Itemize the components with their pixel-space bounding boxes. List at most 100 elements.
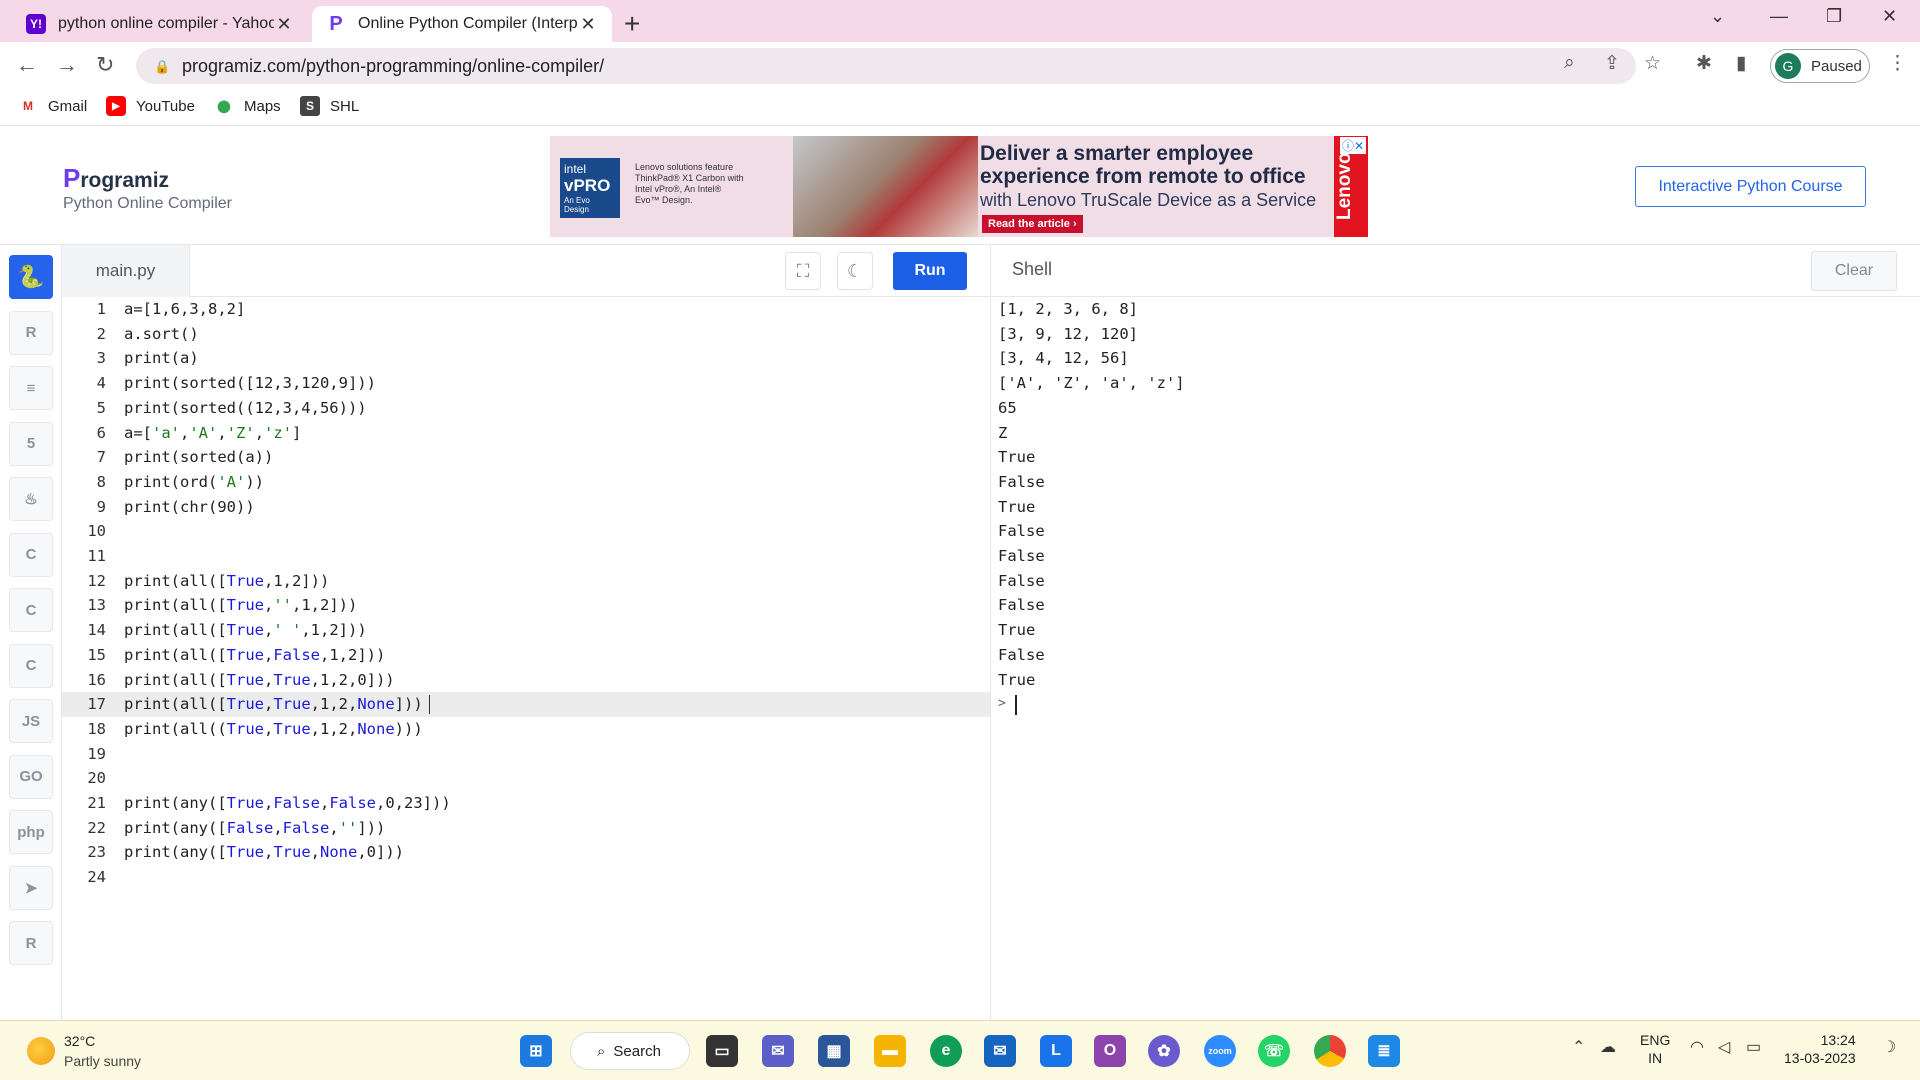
restore-icon[interactable]: ❐: [1826, 6, 1842, 27]
programiz-logo[interactable]: Programiz: [63, 163, 169, 194]
bookmark-youtube[interactable]: ▶ YouTube: [106, 96, 195, 116]
start-icon[interactable]: ⊞: [520, 1035, 552, 1067]
chrome-icon[interactable]: [1314, 1035, 1346, 1067]
bookmark-gmail[interactable]: M Gmail: [18, 96, 87, 116]
sidebar-item-php[interactable]: php: [9, 810, 53, 854]
code-line[interactable]: 9 print(chr(90)): [62, 495, 990, 520]
bookmark-star-icon[interactable]: ☆: [1644, 52, 1661, 75]
address-bar[interactable]: 🔒 programiz.com/python-programming/onlin…: [136, 48, 1636, 84]
code-line[interactable]: 24: [62, 865, 990, 890]
language-indicator[interactable]: ENG IN: [1640, 1031, 1670, 1067]
code-line[interactable]: 23 print(any([True,True,None,0])): [62, 840, 990, 865]
code-line[interactable]: 4 print(sorted([12,3,120,9])): [62, 371, 990, 396]
taskbar-search[interactable]: ⌕ Search: [570, 1032, 690, 1070]
share-icon[interactable]: ⇪: [1604, 52, 1620, 75]
code-line[interactable]: 10: [62, 519, 990, 544]
code-line[interactable]: 20: [62, 766, 990, 791]
close-window-icon[interactable]: ✕: [1882, 6, 1897, 27]
code-line[interactable]: 19: [62, 742, 990, 767]
code-editor[interactable]: 1 a=[1,6,3,8,2] 2 a.sort() 3 print(a) 4 print(s…: [62, 297, 990, 1020]
minimize-icon[interactable]: —: [1770, 6, 1788, 27]
clock[interactable]: 13:24 13-03-2023: [1784, 1031, 1856, 1067]
clear-button[interactable]: Clear: [1811, 251, 1897, 291]
back-icon[interactable]: ←: [16, 52, 38, 78]
forward-icon[interactable]: →: [56, 52, 78, 78]
code-line[interactable]: 13 print(all([True,'',1,2])): [62, 593, 990, 618]
code-line[interactable]: 6 a=['a','A','Z','z']: [62, 421, 990, 446]
mail-icon[interactable]: ✉: [984, 1035, 1016, 1067]
onedrive-icon[interactable]: ☁: [1600, 1037, 1616, 1057]
side-panel-icon[interactable]: ▮: [1736, 52, 1746, 75]
sidebar-item-cpp[interactable]: C: [9, 588, 53, 632]
sidebar-item-csharp[interactable]: C: [9, 643, 53, 688]
task-view-icon[interactable]: ▭: [706, 1035, 738, 1067]
code-line[interactable]: 21 print(any([True,False,False,0,23])): [62, 791, 990, 816]
sidebar-item-r[interactable]: R: [9, 310, 53, 355]
code-line[interactable]: 22 print(any([False,False,''])): [62, 816, 990, 841]
code-line[interactable]: 11: [62, 544, 990, 569]
sidebar-item-database[interactable]: ≡: [9, 366, 53, 410]
weather-icon[interactable]: [27, 1037, 55, 1065]
close-tab-icon[interactable]: ✕: [578, 14, 598, 35]
store-icon[interactable]: ▦: [818, 1035, 850, 1067]
profile-button[interactable]: G Paused: [1770, 49, 1870, 83]
new-tab-icon[interactable]: +: [624, 8, 640, 40]
ad-cta-button[interactable]: Read the article ›: [982, 215, 1083, 233]
tray-overflow-icon[interactable]: ⌃: [1572, 1037, 1585, 1057]
advertisement-banner[interactable]: intel vPRO An Evo Design Lenovo solution…: [550, 136, 1368, 237]
tab-yahoo[interactable]: Y! python online compiler - Yahoo ✕: [12, 6, 308, 42]
run-button[interactable]: Run: [893, 252, 967, 290]
code-line[interactable]: 8 print(ord('A')): [62, 470, 990, 495]
teams-chat-icon[interactable]: ✉: [762, 1035, 794, 1067]
code-line[interactable]: 5 print(sorted((12,3,4,56))): [62, 396, 990, 421]
sidebar-item-rust[interactable]: R: [9, 921, 53, 965]
dark-mode-icon[interactable]: ☾: [837, 252, 873, 290]
bookmark-shl[interactable]: S SHL: [300, 96, 359, 116]
file-explorer-icon[interactable]: ▬: [874, 1035, 906, 1067]
sidebar-item-go[interactable]: GO: [9, 754, 53, 799]
extensions-icon[interactable]: ✱: [1696, 52, 1712, 75]
o-app-icon[interactable]: O: [1094, 1035, 1126, 1067]
code-line[interactable]: 12 print(all([True,1,2])): [62, 569, 990, 594]
notification-icon[interactable]: ☽: [1882, 1037, 1896, 1057]
badge-title: vPRO: [564, 176, 611, 195]
notepad-icon[interactable]: ≣: [1368, 1035, 1400, 1067]
shell-output[interactable]: [1, 2, 3, 6, 8] [3, 9, 12, 120] [3, 4, 12,…: [990, 297, 1920, 1020]
sidebar-item-swift[interactable]: ➤: [9, 865, 53, 910]
wifi-icon[interactable]: ◠: [1690, 1037, 1704, 1057]
code-line[interactable]: 15 print(all([True,False,1,2])): [62, 643, 990, 668]
intel-vpro-badge: intel vPRO An Evo Design: [560, 158, 620, 218]
code-line[interactable]: 14 print(all([True,' ',1,2])): [62, 618, 990, 643]
ad-close-icon[interactable]: ⓘ✕: [1339, 137, 1366, 154]
photos-icon[interactable]: ✿: [1148, 1035, 1180, 1067]
line-number: 22: [87, 818, 106, 837]
edge-icon[interactable]: e: [930, 1035, 962, 1067]
sidebar-item-html[interactable]: 5: [9, 421, 53, 466]
code-line[interactable]: 2 a.sort(): [62, 322, 990, 347]
code-line[interactable]: 7 print(sorted(a)): [62, 445, 990, 470]
interactive-course-button[interactable]: Interactive Python Course: [1635, 166, 1866, 207]
tab-programiz[interactable]: P Online Python Compiler (Interpre ✕: [312, 6, 612, 42]
bookmark-maps[interactable]: ⬤ Maps: [214, 96, 280, 116]
reload-icon[interactable]: ↻: [96, 52, 114, 78]
fullscreen-icon[interactable]: ⛶: [785, 252, 821, 290]
code-line[interactable]: 18 print(all((True,True,1,2,None))): [62, 717, 990, 742]
zoom-app-icon[interactable]: zoom: [1204, 1035, 1236, 1067]
volume-icon[interactable]: ◁: [1718, 1037, 1730, 1057]
sidebar-item-python[interactable]: 🐍: [9, 255, 53, 299]
menu-icon[interactable]: ⋮: [1888, 52, 1907, 75]
battery-icon[interactable]: ▭: [1746, 1037, 1761, 1057]
whatsapp-icon[interactable]: ☏: [1258, 1035, 1290, 1067]
zoom-icon[interactable]: ⌕: [1564, 52, 1575, 74]
code-line[interactable]: 17 print(all([True,True,1,2,None])): [62, 692, 990, 717]
close-tab-icon[interactable]: ✕: [274, 14, 294, 35]
file-tab[interactable]: main.py: [62, 245, 190, 297]
sidebar-item-c[interactable]: C: [9, 532, 53, 577]
sidebar-item-js[interactable]: JS: [9, 699, 53, 743]
sidebar-item-java[interactable]: ♨: [9, 477, 53, 521]
tab-search-icon[interactable]: ⌄: [1710, 6, 1725, 27]
code-line[interactable]: 3 print(a): [62, 346, 990, 371]
l-app-icon[interactable]: L: [1040, 1035, 1072, 1067]
code-line[interactable]: 1 a=[1,6,3,8,2]: [62, 297, 990, 322]
code-line[interactable]: 16 print(all([True,True,1,2,0])): [62, 668, 990, 693]
